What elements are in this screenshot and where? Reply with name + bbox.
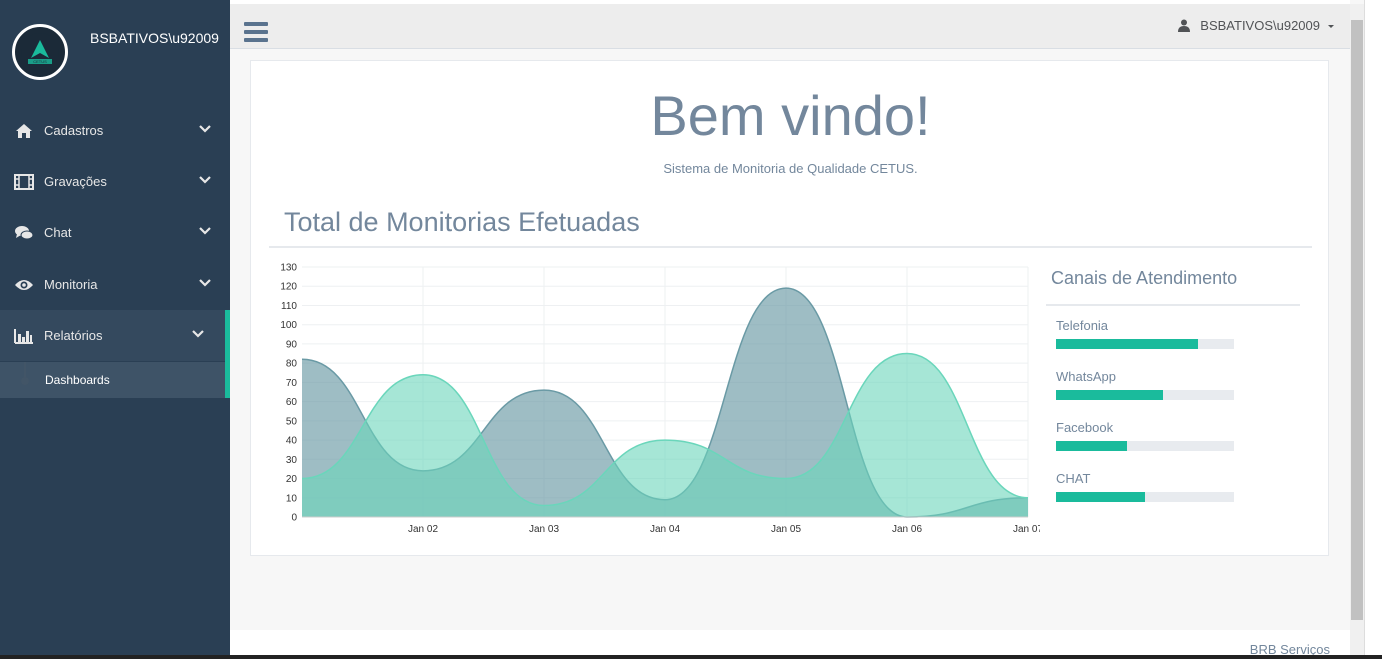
progress-track bbox=[1056, 492, 1234, 502]
y-tick-label: 60 bbox=[286, 397, 298, 408]
canais-divider bbox=[1046, 304, 1300, 306]
chevron-down-icon bbox=[199, 227, 211, 235]
y-tick-label: 110 bbox=[281, 301, 297, 312]
menu-item-gravacoes[interactable]: Gravações bbox=[0, 156, 230, 207]
canal-facebook: Facebook bbox=[1056, 420, 1236, 451]
canal-label: Facebook bbox=[1056, 420, 1114, 435]
welcome-heading: Bem vindo! bbox=[650, 84, 931, 147]
menu-item-cadastros[interactable]: Cadastros bbox=[0, 105, 230, 156]
menu-label-gravacoes: Gravações bbox=[44, 174, 107, 189]
progress-fill bbox=[1056, 339, 1199, 349]
y-tick-label: 100 bbox=[280, 320, 297, 331]
progress-fill bbox=[1056, 492, 1145, 502]
bar-chart-icon bbox=[14, 327, 34, 345]
film-icon bbox=[14, 173, 34, 191]
y-tick-label: 40 bbox=[286, 436, 298, 447]
hamburger-menu-button[interactable] bbox=[244, 22, 268, 42]
chart-svg: 1301201101009080706050403020100Jan 02 Jan… bbox=[280, 263, 1043, 536]
divider bbox=[269, 246, 1312, 248]
welcome-subtitle: Sistema de Monitoria de Qualidade CETUS. bbox=[663, 161, 918, 176]
y-tick-label: 120 bbox=[280, 282, 297, 293]
comments-icon bbox=[14, 224, 34, 242]
section-title: Total de Monitorias Efetuadas bbox=[284, 207, 640, 237]
y-tick-label: 80 bbox=[286, 359, 298, 370]
x-tick-label: Jan 03 bbox=[529, 524, 559, 535]
top-navbar: BSBATIVOS\u92009 bbox=[230, 4, 1350, 49]
profile-name: BSBATIVOS\u92009 bbox=[90, 30, 219, 46]
canais-title: Canais de Atendimento bbox=[1051, 268, 1238, 288]
submenu-item-dashboards[interactable]: Dashboards bbox=[0, 362, 225, 398]
user-icon bbox=[1178, 19, 1191, 32]
cetus-logo[interactable]: CETUS bbox=[12, 24, 68, 80]
canal-label: WhatsApp bbox=[1056, 369, 1116, 384]
x-tick-label: Jan 05 bbox=[771, 524, 801, 535]
y-tick-label: 90 bbox=[286, 339, 298, 350]
caret-down-icon bbox=[1328, 24, 1334, 28]
scrollbar-thumb[interactable] bbox=[1351, 20, 1363, 620]
eye-icon bbox=[14, 276, 34, 294]
x-tick-label: Jan 07 bbox=[1013, 524, 1040, 535]
y-tick-label: 0 bbox=[291, 513, 297, 524]
active-accent bbox=[225, 312, 230, 398]
vertical-scrollbar[interactable] bbox=[1350, 4, 1364, 655]
progress-track bbox=[1056, 441, 1234, 451]
sidebar: CETUS BSBATIVOS\u92009 Cadastros Gravaçõ… bbox=[0, 0, 230, 659]
chevron-down-icon bbox=[199, 176, 211, 184]
y-tick-label: 10 bbox=[286, 493, 298, 504]
chevron-down-icon bbox=[192, 330, 204, 338]
browser-edge bbox=[1364, 0, 1382, 659]
progress-fill bbox=[1056, 390, 1163, 400]
menu-label-monitoria: Monitoria bbox=[44, 277, 98, 292]
y-tick-label: 50 bbox=[286, 416, 298, 427]
submenu-dot bbox=[21, 377, 29, 385]
menu-item-relatorios[interactable]: Relatórios bbox=[0, 310, 230, 361]
hamburger-bar bbox=[244, 38, 268, 42]
canal-label: CHAT bbox=[1056, 471, 1091, 486]
y-tick-label: 130 bbox=[280, 263, 297, 274]
user-dropdown[interactable]: BSBATIVOS\u92009 bbox=[1178, 18, 1336, 33]
x-tick-label: Jan 04 bbox=[650, 524, 680, 535]
canal-label: Telefonia bbox=[1056, 318, 1109, 333]
y-tick-label: 20 bbox=[286, 474, 298, 485]
cetus-logo-icon: CETUS bbox=[21, 33, 59, 71]
progress-fill bbox=[1056, 441, 1128, 451]
monitorias-chart: 130 120 110 100 90 80 70 60 50 40 30 20 10 0 Jan 02 Jan… bbox=[270, 255, 1043, 540]
profile: CETUS BSBATIVOS\u92009 bbox=[0, 0, 230, 100]
logo-text: CETUS bbox=[33, 59, 47, 64]
canal-chat: CHAT bbox=[1056, 471, 1236, 502]
menu-label-chat: Chat bbox=[44, 225, 72, 240]
menu-item-monitoria[interactable]: Monitoria bbox=[0, 259, 230, 310]
y-tick-label: 30 bbox=[286, 455, 298, 466]
hamburger-bar bbox=[244, 30, 268, 34]
chevron-down-icon bbox=[199, 125, 211, 133]
x-tick-label: Jan 02 bbox=[408, 524, 438, 535]
hamburger-bar bbox=[244, 22, 268, 26]
chevron-down-icon bbox=[199, 279, 211, 287]
submenu-label-dashboards: Dashboards bbox=[45, 373, 110, 387]
x-tick-label: Jan 06 bbox=[892, 524, 922, 535]
menu-item-chat[interactable]: Chat bbox=[0, 207, 230, 258]
user-dropdown-label: BSBATIVOS\u92009 bbox=[1200, 18, 1320, 33]
y-tick-label: 70 bbox=[286, 378, 298, 389]
canal-telefonia: Telefonia bbox=[1056, 318, 1236, 349]
canal-whatsapp: WhatsApp bbox=[1056, 369, 1236, 400]
progress-track bbox=[1056, 390, 1234, 400]
bottom-strip bbox=[0, 655, 1382, 659]
menu-label-cadastros: Cadastros bbox=[44, 123, 104, 138]
menu-label-relatorios: Relatórios bbox=[44, 328, 103, 343]
home-icon bbox=[14, 122, 34, 140]
progress-track bbox=[1056, 339, 1234, 349]
